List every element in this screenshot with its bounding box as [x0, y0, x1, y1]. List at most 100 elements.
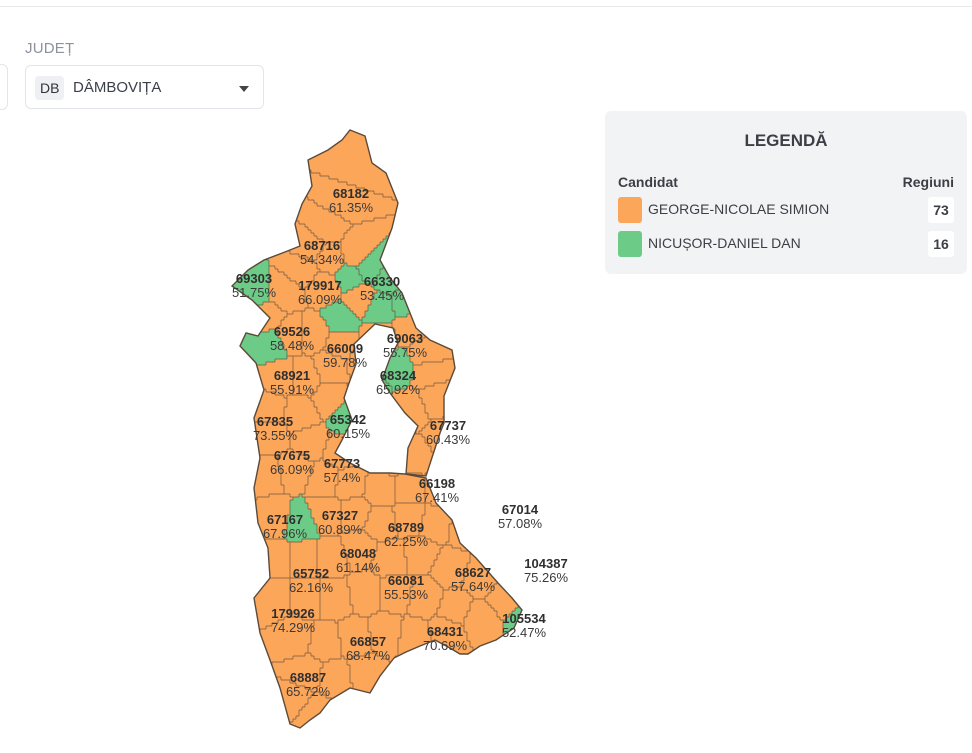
region-percent-label: 61.14% — [336, 560, 381, 575]
region-label: 6732760.89% — [318, 508, 363, 537]
region-label: 6783573.55% — [253, 414, 298, 443]
region-label: 17992674.29% — [271, 606, 316, 635]
region-votes-label: 67014 — [502, 502, 539, 517]
top-divider — [0, 6, 972, 7]
region-percent-label: 66.09% — [298, 292, 343, 307]
region-label: 6619867.41% — [415, 476, 460, 505]
region-votes-label: 68789 — [388, 520, 424, 535]
region-percent-label: 55.53% — [384, 587, 429, 602]
region-label: 6892155.91% — [270, 368, 315, 397]
region-percent-label: 73.55% — [253, 428, 298, 443]
region-label: 6716767.96% — [263, 512, 308, 541]
region-label: 6888765.72% — [286, 670, 331, 699]
region-votes-label: 179917 — [298, 278, 341, 293]
region-votes-label: 66330 — [364, 274, 400, 289]
region-label: 6804861.14% — [336, 546, 381, 575]
legend-candidate-name: GEORGE-NICOLAE SIMION — [648, 201, 830, 217]
region-votes-label: 68048 — [340, 546, 376, 561]
region-percent-label: 51.75% — [232, 285, 277, 300]
legend-swatch — [618, 231, 642, 257]
region-votes-label: 179926 — [271, 606, 314, 621]
region-votes-label: 67835 — [257, 414, 293, 429]
county-map[interactable]: 6818261.35%6871654.34%6930351.75% 1799176… — [230, 128, 570, 738]
region-label: 6878962.25% — [384, 520, 429, 549]
region-percent-label: 57.64% — [451, 579, 496, 594]
legend-title: LEGENDĂ — [744, 131, 828, 150]
region-label: 6685768.47% — [346, 634, 391, 663]
region-votes-label: 68182 — [333, 186, 369, 201]
region-percent-label: 59.78% — [323, 355, 368, 370]
region-percent-label: 60.15% — [326, 426, 371, 441]
region-votes-label: 66081 — [388, 573, 424, 588]
region-percent-label: 62.25% — [384, 534, 429, 549]
previous-filter-select[interactable] — [0, 64, 8, 110]
region-percent-label: 68.47% — [346, 648, 391, 663]
region-label: 6701457.08% — [498, 502, 543, 531]
region-votes-label: 67327 — [322, 508, 358, 523]
region-label: 6871654.34% — [300, 238, 345, 267]
region-label: 17991766.09% — [298, 278, 343, 307]
region-percent-label: 60.43% — [426, 432, 471, 447]
region-percent-label: 61.35% — [329, 200, 374, 215]
county-select[interactable]: DB DÂMBOVIȚA — [25, 65, 264, 109]
region-percent-label: 53.45% — [360, 288, 405, 303]
region-label: 6952658.48% — [270, 324, 315, 353]
region-percent-label: 65.92% — [376, 382, 421, 397]
region-percent-label: 65.72% — [286, 684, 331, 699]
legend-item-simion[interactable]: GEORGE-NICOLAE SIMION 73 — [618, 197, 954, 223]
region-votes-label: 67675 — [274, 448, 310, 463]
region-percent-label: 70.69% — [423, 638, 468, 653]
region-label: 6777357.4% — [324, 456, 361, 485]
region-percent-label: 57.08% — [498, 516, 543, 531]
region-votes-label: 67773 — [324, 456, 360, 471]
region-votes-label: 67737 — [430, 418, 466, 433]
region-percent-label: 58.48% — [270, 338, 315, 353]
region-votes-label: 68921 — [274, 368, 310, 383]
region-percent-label: 67.41% — [415, 490, 460, 505]
region-votes-label: 68627 — [455, 565, 491, 580]
legend-panel: LEGENDĂ Candidat Regiuni GEORGE-NICOLAE … — [605, 111, 967, 274]
county-select-value: DÂMBOVIȚA — [73, 79, 162, 96]
region-percent-label: 66.09% — [270, 462, 315, 477]
region-votes-label: 66198 — [419, 476, 455, 491]
legend-region-count: 73 — [928, 197, 954, 223]
region-percent-label: 52.47% — [502, 625, 547, 640]
chevron-down-icon — [239, 86, 249, 92]
region-votes-label: 67167 — [267, 512, 303, 527]
region-label: 6608155.53% — [384, 573, 429, 602]
county-filter-label: JUDEȚ — [25, 40, 75, 57]
legend-item-dan[interactable]: NICUȘOR-DANIEL DAN 16 — [618, 231, 954, 257]
region-label: 6534260.15% — [326, 412, 371, 441]
region-label: 6633053.45% — [360, 274, 405, 303]
region-label: 6906355.75% — [383, 331, 428, 360]
region-percent-label: 74.29% — [271, 620, 316, 635]
legend-candidate-header: Candidat — [618, 174, 678, 190]
region-votes-label: 68887 — [290, 670, 326, 685]
region-votes-label: 68324 — [380, 368, 417, 383]
region-votes-label: 69526 — [274, 324, 310, 339]
region-votes-label: 68431 — [427, 624, 463, 639]
region-votes-label: 104387 — [524, 556, 567, 571]
region-votes-label: 69063 — [387, 331, 423, 346]
region-label: 6773760.43% — [426, 418, 471, 447]
region-percent-label: 60.89% — [318, 522, 363, 537]
region-percent-label: 55.91% — [270, 382, 315, 397]
region-votes-label: 69303 — [236, 271, 272, 286]
region-votes-label: 65752 — [293, 566, 329, 581]
legend-swatch — [618, 197, 642, 223]
region-votes-label: 66857 — [350, 634, 386, 649]
region-label: 6843170.69% — [423, 624, 468, 653]
region-votes-label: 66009 — [327, 341, 363, 356]
region-percent-label: 67.96% — [263, 526, 308, 541]
region-label: 6600959.78% — [323, 341, 368, 370]
region-label: 10438775.26% — [524, 556, 569, 585]
region-percent-label: 55.75% — [383, 345, 428, 360]
region-label: 6818261.35% — [329, 186, 374, 215]
region-label: 6575262.16% — [289, 566, 334, 595]
region-label: 6862757.64% — [451, 565, 496, 594]
region-label: 6832465.92% — [376, 368, 421, 397]
region-percent-label: 54.34% — [300, 252, 345, 267]
region-votes-label: 105534 — [502, 611, 546, 626]
region-label: 10553452.47% — [502, 611, 547, 640]
region-percent-label: 75.26% — [524, 570, 569, 585]
